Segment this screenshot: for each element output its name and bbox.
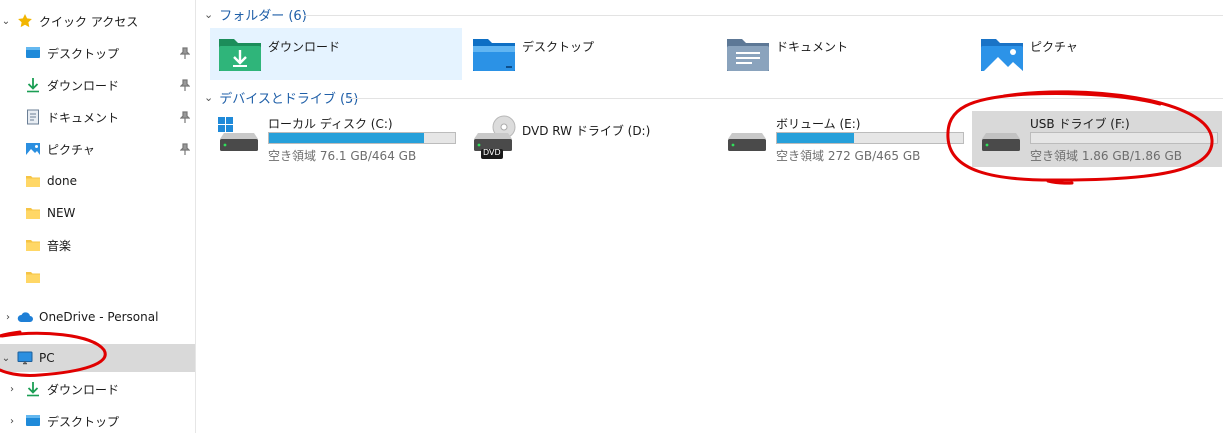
folder-tile-desktop[interactable]: デスクトップ (464, 28, 716, 80)
sidebar-item-label: PC (39, 351, 55, 365)
drive-name: ローカル ディスク (C:) (268, 117, 393, 131)
drive-usage-fill (777, 133, 855, 143)
chevron-right-icon[interactable]: › (6, 383, 18, 395)
download-arrow-icon (27, 382, 39, 397)
folder-tile-downloads[interactable]: ダウンロード (210, 28, 462, 80)
chevron-right-icon[interactable]: › (2, 311, 14, 323)
sidebar-item-label: デスクトップ (47, 414, 120, 429)
desktop-folder-icon (26, 47, 40, 58)
folder-name: ピクチャ (1030, 40, 1078, 54)
folder-icon (26, 208, 40, 219)
sidebar-item-label: OneDrive - Personal (39, 310, 159, 324)
star-icon (18, 14, 32, 28)
pin-icon[interactable] (180, 79, 190, 91)
sidebar-item-label: 音楽 (47, 238, 72, 253)
chevron-down-icon[interactable]: ⌄ (0, 352, 12, 364)
sidebar-item-pc-downloads[interactable]: › ダウンロード (0, 375, 195, 403)
sidebar-item-music[interactable]: 音楽 (0, 231, 195, 259)
folder-name: デスクトップ (522, 40, 595, 54)
folders-group-header[interactable]: ⌄ フォルダー (6) (204, 4, 307, 24)
drive-usage-bar (776, 132, 964, 144)
pin-icon[interactable] (180, 111, 190, 123)
document-icon (27, 109, 39, 125)
drive-usage-bar (268, 132, 456, 144)
navigation-pane: ⌄ クイック アクセス デスクトップ ダウンロード ドキュメント ピクチャ do… (0, 0, 196, 433)
drive-name: ボリューム (E:) (776, 117, 861, 131)
downloads-folder-icon (219, 39, 261, 71)
drive-usage-bar (1030, 132, 1218, 144)
hard-drive-icon (728, 133, 766, 151)
sidebar-item-pc[interactable]: ⌄ PC (0, 344, 195, 372)
pin-icon[interactable] (180, 143, 190, 155)
sidebar-item-desktop[interactable]: デスクトップ (0, 39, 195, 67)
pictures-folder-icon (981, 39, 1023, 71)
sidebar-item-quick-access[interactable]: ⌄ クイック アクセス (0, 7, 195, 35)
drive-free-space: 空き領域 76.1 GB/464 GB (268, 149, 417, 163)
drive-name: DVD RW ドライブ (D:) (522, 124, 651, 138)
folder-name: ドキュメント (776, 40, 849, 54)
folder-name: ダウンロード (268, 40, 341, 54)
content-pane: ⌄ フォルダー (6) ダウンロード デスクトップ ドキュメント ピクチャ ⌄ … (196, 0, 1223, 433)
folder-tile-pictures[interactable]: ピクチャ (972, 28, 1223, 80)
drive-usage-fill (269, 133, 425, 143)
sidebar-item-label: ダウンロード (47, 382, 120, 397)
desktop-folder-icon (473, 39, 515, 71)
sidebar-item-documents[interactable]: ドキュメント (0, 103, 195, 131)
pin-icon[interactable] (180, 47, 190, 59)
dvd-badge: DVD (483, 148, 501, 157)
desktop-folder-icon (26, 415, 40, 426)
sidebar-item-label: ピクチャ (47, 142, 95, 157)
sidebar-item-label: クイック アクセス (39, 14, 139, 29)
download-arrow-icon (27, 78, 39, 93)
chevron-down-icon: ⌄ (204, 90, 214, 104)
drive-tile-c[interactable]: ローカル ディスク (C:) 空き領域 76.1 GB/464 GB (210, 111, 462, 167)
sidebar-item-pc-desktop[interactable]: › デスクトップ (0, 407, 195, 433)
drive-free-space: 空き領域 272 GB/465 GB (776, 149, 921, 163)
drive-free-space: 空き領域 1.86 GB/1.86 GB (1030, 149, 1182, 163)
chevron-down-icon[interactable]: ⌄ (0, 15, 12, 27)
drive-tile-f[interactable]: USB ドライブ (F:) 空き領域 1.86 GB/1.86 GB (972, 111, 1222, 167)
pictures-icon (26, 143, 40, 155)
drive-tile-d[interactable]: DVD DVD RW ドライブ (D:) (464, 111, 716, 167)
sidebar-item-label: ドキュメント (47, 110, 120, 125)
folder-tile-documents[interactable]: ドキュメント (718, 28, 970, 80)
folders-group-title: フォルダー (6) (219, 8, 307, 24)
sidebar-item-onedrive[interactable]: › OneDrive - Personal (0, 303, 195, 331)
chevron-right-icon[interactable]: › (6, 415, 18, 427)
cloud-icon (17, 312, 33, 322)
sidebar-item-pictures[interactable]: ピクチャ (0, 135, 195, 163)
windows-drive-icon (218, 117, 258, 151)
sidebar-item-partial-folder[interactable] (0, 263, 195, 285)
sidebar-item-downloads[interactable]: ダウンロード (0, 71, 195, 99)
sidebar-item-new[interactable]: NEW (0, 199, 195, 227)
drive-name: USB ドライブ (F:) (1030, 117, 1130, 131)
sidebar-item-label: NEW (47, 206, 76, 220)
sidebar-item-done[interactable]: done (0, 167, 195, 195)
group-divider (348, 98, 1223, 99)
folder-icon (26, 240, 40, 251)
documents-folder-icon (727, 39, 769, 71)
folder-icon (26, 272, 40, 283)
drive-tile-e[interactable]: ボリューム (E:) 空き領域 272 GB/465 GB (718, 111, 970, 167)
sidebar-item-label: デスクトップ (47, 46, 120, 61)
monitor-icon (17, 351, 33, 365)
chevron-down-icon: ⌄ (204, 7, 214, 21)
devices-group-title: デバイスとドライブ (5) (219, 91, 359, 107)
usb-drive-icon (982, 133, 1020, 151)
devices-group-header[interactable]: ⌄ デバイスとドライブ (5) (204, 87, 358, 107)
sidebar-item-label: done (47, 174, 77, 188)
group-divider (304, 15, 1223, 16)
folder-icon (26, 176, 40, 187)
sidebar-item-label: ダウンロード (47, 78, 120, 93)
